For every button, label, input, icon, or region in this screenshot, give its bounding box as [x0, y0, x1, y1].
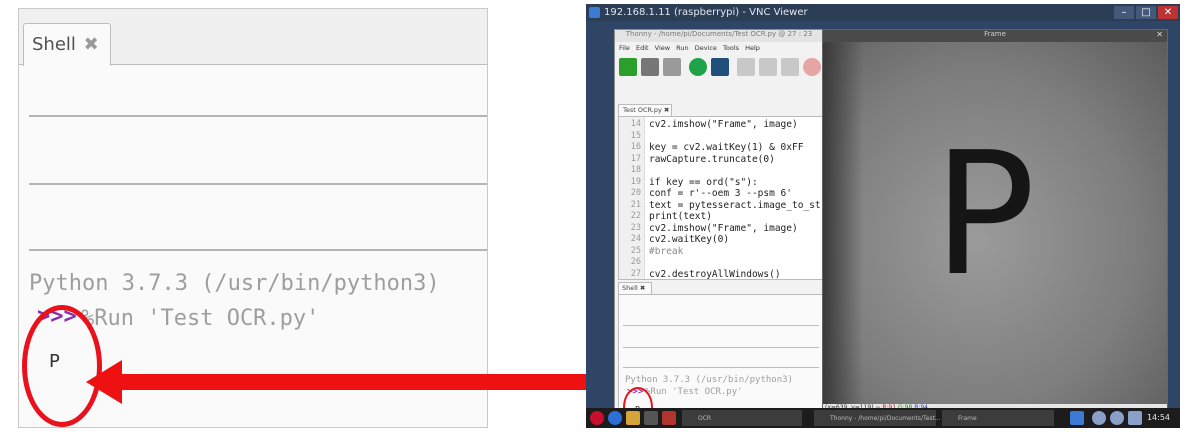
line-number: 20	[630, 188, 641, 198]
line-number: 16	[630, 142, 641, 152]
code-line: #break	[649, 245, 684, 257]
line-number: 14	[630, 119, 641, 129]
file-manager-icon[interactable]	[626, 411, 640, 425]
menu-run[interactable]: Run	[676, 44, 688, 52]
code-line: rawCapture.truncate(0)	[649, 153, 775, 165]
vnc-tray-icon[interactable]	[1070, 411, 1084, 425]
step-into-icon[interactable]	[759, 58, 777, 76]
line-number: 21	[630, 199, 641, 210]
taskbar-clock: 14:54	[1146, 413, 1170, 422]
task-frame[interactable]: Frame	[942, 410, 1054, 426]
volume-icon[interactable]	[1128, 411, 1142, 425]
shell-divider	[623, 347, 819, 348]
vnc-logo-icon	[589, 7, 600, 18]
thonny-window: Thonny - /home/pi/Documents/Test OCR.py …	[614, 29, 843, 427]
line-number: 15	[630, 130, 641, 141]
python-version-text: Python 3.7.3 (/usr/bin/python3)	[625, 375, 793, 385]
minimize-button[interactable]: –	[1114, 6, 1134, 19]
vnc-title: 192.168.1.11 (raspberrypi) - VNC Viewer	[604, 7, 808, 18]
browser-icon[interactable]	[608, 411, 622, 425]
code-line: conf = r'--oem 3 --psm 6'	[649, 188, 792, 199]
shell-tab-strip: Shell ✖	[19, 9, 487, 66]
code-line: cv2.imshow("Frame", image)	[649, 119, 798, 130]
editor-tab[interactable]: Test OCR.py ✖	[618, 104, 672, 116]
line-number-gutter: 14 15 16 17 18 19 20 21 22 23 24 25 26 27	[619, 117, 645, 279]
code-line: text = pytesseract.image_to_string	[649, 199, 844, 211]
new-file-icon[interactable]	[619, 58, 637, 76]
run-command-text: %Run 'Test OCR.py'	[81, 306, 320, 331]
line-number: 17	[630, 153, 641, 164]
vnc-viewer-window: 192.168.1.11 (raspberrypi) - VNC Viewer …	[586, 4, 1180, 428]
menu-view[interactable]: View	[655, 44, 670, 52]
step-over-icon[interactable]	[737, 58, 755, 76]
line-number: 27	[630, 268, 641, 279]
shell-tab[interactable]: Shell ✖	[23, 23, 111, 66]
menu-tools[interactable]: Tools	[723, 44, 739, 52]
thonny-menu-bar: File Edit View Run Device Tools Help	[619, 44, 764, 52]
camera-frame-image: P	[823, 42, 1167, 404]
annotation-arrow-shaft	[118, 374, 626, 390]
shell-panel[interactable]: Python 3.7.3 (/usr/bin/python3) >>> %Run…	[618, 294, 823, 427]
code-line: cv2.waitKey(0)	[649, 234, 730, 245]
task-ocr[interactable]: OCR	[682, 410, 802, 426]
code-editor[interactable]: 14 15 16 17 18 19 20 21 22 23 24 25 26 27 cv2.imshow(…	[618, 116, 843, 280]
line-number: 26	[630, 257, 641, 267]
thonny-title: Thonny - /home/pi/Documents/Test OCR.py …	[615, 30, 823, 42]
terminal-icon[interactable]	[644, 411, 658, 425]
menu-file[interactable]: File	[619, 44, 630, 52]
line-number: 24	[630, 234, 641, 244]
remote-desktop: Thonny - /home/pi/Documents/Test OCR.py …	[586, 21, 1180, 427]
code-line: cv2.destroyAllWindows()	[649, 268, 781, 280]
menu-device[interactable]: Device	[695, 44, 717, 52]
shell-tab[interactable]: Shell ✖	[618, 282, 652, 294]
line-number: 23	[630, 222, 641, 233]
shell-tab-label: Shell	[32, 34, 76, 55]
code-line: if key == ord("s"):	[649, 176, 758, 188]
code-line: key = cv2.waitKey(1) & 0xFF	[649, 142, 804, 153]
close-button[interactable]: ✕	[1158, 6, 1178, 19]
vnc-title-bar: 192.168.1.11 (raspberrypi) - VNC Viewer	[586, 4, 1180, 21]
stop-icon[interactable]	[803, 58, 821, 76]
shell-divider	[29, 249, 487, 251]
frame-window: Frame ✕ P (x=639, y=119) ~ R:91 G:98 B:9…	[822, 29, 1168, 414]
line-number: 22	[630, 211, 641, 221]
run-icon[interactable]	[689, 58, 707, 76]
menu-edit[interactable]: Edit	[636, 44, 649, 52]
shell-divider	[623, 325, 819, 326]
python-version-text: Python 3.7.3 (/usr/bin/python3)	[29, 271, 440, 296]
task-thonny[interactable]: Thonny - /home/pi/Documents/Test...	[814, 410, 941, 426]
run-command-text: %Run 'Test OCR.py'	[645, 387, 743, 397]
line-number: 19	[630, 176, 641, 187]
thonny-toolbar	[617, 58, 823, 80]
close-icon[interactable]: ✕	[1156, 30, 1163, 39]
frame-title: Frame	[823, 30, 1167, 42]
frame-edge-shadow	[823, 42, 863, 404]
shell-divider	[29, 183, 487, 185]
menu-help[interactable]: Help	[745, 44, 760, 52]
bluetooth-icon[interactable]	[1092, 411, 1106, 425]
maximize-button[interactable]: □	[1136, 6, 1156, 19]
raspberry-menu-icon[interactable]	[590, 411, 604, 425]
debug-icon[interactable]	[711, 58, 729, 76]
shell-divider	[623, 367, 819, 368]
taskbar: OCR Thonny - /home/pi/Documents/Test... …	[586, 408, 1180, 428]
code-line: print(text)	[649, 211, 712, 222]
open-file-icon[interactable]	[641, 58, 659, 76]
shell-divider	[29, 115, 487, 117]
line-number: 18	[630, 165, 641, 175]
line-number: 25	[630, 245, 641, 256]
wifi-icon[interactable]	[1110, 411, 1124, 425]
step-out-icon[interactable]	[781, 58, 799, 76]
captured-letter: P	[933, 116, 1036, 314]
save-file-icon[interactable]	[663, 58, 681, 76]
app-icon[interactable]	[662, 411, 676, 425]
close-icon[interactable]: ✖	[84, 34, 99, 55]
annotation-arrow-head	[86, 360, 122, 404]
code-line: cv2.imshow("Frame", image)	[649, 222, 798, 234]
